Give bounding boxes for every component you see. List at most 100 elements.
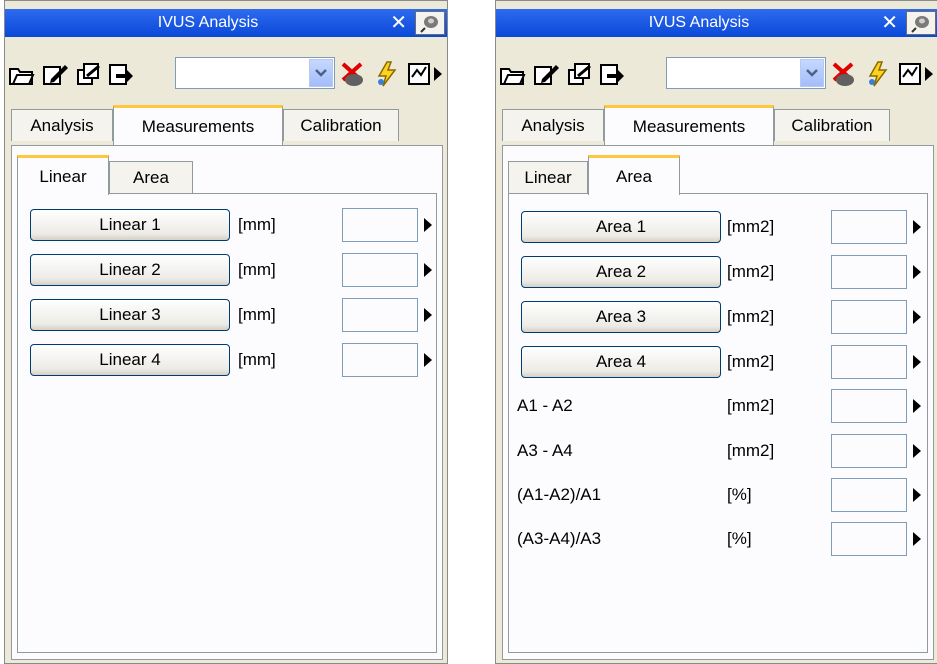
close-icon[interactable]: ✕ — [390, 9, 407, 37]
measure-area-4-button[interactable]: Area 4 — [521, 346, 721, 378]
unit-label: [mm2] — [727, 262, 775, 281]
toolbar — [5, 41, 447, 103]
ivus-analysis-panel-right: IVUS Analysis ✕ Analysis Measurements Ca… — [495, 0, 937, 664]
copy-icon[interactable] — [564, 59, 596, 89]
measure-linear-4-button[interactable]: Linear 4 — [30, 344, 230, 376]
measurement-row: Area 1 [mm2] — [509, 208, 929, 246]
clear-marker-icon[interactable] — [828, 59, 860, 89]
derived-label: (A3-A4)/A3 — [517, 529, 602, 548]
expand-arrow-icon[interactable] — [424, 353, 432, 367]
value-field[interactable] — [342, 298, 418, 332]
measurement-row: Area 3 [mm2] — [509, 298, 929, 336]
expand-arrow-icon[interactable] — [913, 399, 921, 413]
unit-label: [mm] — [238, 305, 276, 324]
measurement-row: Linear 1 [mm] — [18, 206, 438, 244]
flash-icon[interactable] — [371, 59, 403, 89]
area-measurements-list: Area 1 [mm2] Area 2 [mm2] Area 3 [mm2] A… — [508, 193, 928, 653]
expand-arrow-icon[interactable] — [913, 355, 921, 369]
edit-icon[interactable] — [530, 59, 562, 89]
unit-label: [mm] — [238, 260, 276, 279]
value-field[interactable] — [831, 434, 907, 468]
open-folder-icon[interactable] — [496, 59, 528, 89]
measure-linear-1-button[interactable]: Linear 1 — [30, 209, 230, 241]
measurement-row: A1 - A2 [mm2] — [509, 387, 929, 425]
window-title: IVUS Analysis — [648, 14, 750, 31]
value-field[interactable] — [342, 253, 418, 287]
more-icon[interactable] — [429, 59, 447, 89]
measurement-row: (A1-A2)/A1 [%] — [509, 476, 929, 514]
more-icon[interactable] — [920, 59, 937, 89]
expand-arrow-icon[interactable] — [913, 220, 921, 234]
value-field[interactable] — [831, 478, 907, 512]
subtab-linear[interactable]: Linear — [17, 155, 109, 195]
copy-icon[interactable] — [73, 59, 105, 89]
expand-arrow-icon[interactable] — [913, 532, 921, 546]
tab-calibration[interactable]: Calibration — [283, 109, 399, 141]
pin-icon[interactable] — [906, 11, 936, 35]
measurement-row: Area 4 [mm2] — [509, 343, 929, 381]
value-field[interactable] — [831, 522, 907, 556]
unit-label: [mm2] — [727, 352, 775, 371]
measurement-row: Area 2 [mm2] — [509, 253, 929, 291]
unit-label: [mm] — [238, 215, 276, 234]
measurement-row: Linear 2 [mm] — [18, 251, 438, 289]
measurement-row: (A3-A4)/A3 [%] — [509, 520, 929, 558]
measure-area-1-button[interactable]: Area 1 — [521, 211, 721, 243]
measure-linear-3-button[interactable]: Linear 3 — [30, 299, 230, 331]
chevron-down-icon[interactable] — [800, 59, 824, 87]
measurement-row: A3 - A4 [mm2] — [509, 432, 929, 470]
measurement-row: Linear 4 [mm] — [18, 341, 438, 379]
derived-label: A3 - A4 — [517, 441, 573, 460]
flash-icon[interactable] — [862, 59, 894, 89]
sub-tabs: Linear Area — [508, 155, 928, 195]
selection-combo[interactable] — [666, 57, 826, 89]
measurement-row: Linear 3 [mm] — [18, 296, 438, 334]
close-icon[interactable]: ✕ — [881, 9, 898, 37]
tab-analysis[interactable]: Analysis — [11, 109, 113, 141]
expand-arrow-icon[interactable] — [913, 488, 921, 502]
expand-arrow-icon[interactable] — [424, 218, 432, 232]
tab-measurements[interactable]: Measurements — [113, 105, 283, 145]
unit-label: [mm2] — [727, 396, 775, 415]
expand-arrow-icon[interactable] — [424, 308, 432, 322]
expand-arrow-icon[interactable] — [913, 310, 921, 324]
measure-area-2-button[interactable]: Area 2 — [521, 256, 721, 288]
toolbar — [496, 41, 937, 103]
subtab-linear[interactable]: Linear — [508, 161, 588, 193]
unit-label: [mm] — [238, 350, 276, 369]
subtab-area[interactable]: Area — [588, 155, 680, 195]
expand-arrow-icon[interactable] — [913, 444, 921, 458]
value-field[interactable] — [831, 389, 907, 423]
tab-analysis[interactable]: Analysis — [502, 109, 604, 141]
value-field[interactable] — [831, 345, 907, 379]
unit-label: [%] — [727, 529, 752, 548]
value-field[interactable] — [831, 210, 907, 244]
value-field[interactable] — [342, 343, 418, 377]
measure-linear-2-button[interactable]: Linear 2 — [30, 254, 230, 286]
title-bar: IVUS Analysis ✕ — [496, 9, 937, 37]
expand-arrow-icon[interactable] — [424, 263, 432, 277]
unit-label: [mm2] — [727, 441, 775, 460]
pin-icon[interactable] — [415, 11, 445, 35]
edit-icon[interactable] — [39, 59, 71, 89]
ivus-analysis-panel-left: IVUS Analysis ✕ Analysis Measurements Ca… — [4, 0, 448, 664]
value-field[interactable] — [831, 300, 907, 334]
tab-calibration[interactable]: Calibration — [774, 109, 890, 141]
value-field[interactable] — [342, 208, 418, 242]
open-folder-icon[interactable] — [5, 59, 37, 89]
tab-measurements[interactable]: Measurements — [604, 105, 774, 145]
unit-label: [%] — [727, 485, 752, 504]
measure-area-3-button[interactable]: Area 3 — [521, 301, 721, 333]
title-bar: IVUS Analysis ✕ — [5, 9, 447, 37]
export-icon[interactable] — [105, 59, 137, 89]
export-icon[interactable] — [596, 59, 628, 89]
unit-label: [mm2] — [727, 307, 775, 326]
expand-arrow-icon[interactable] — [913, 265, 921, 279]
derived-label: (A1-A2)/A1 — [517, 485, 602, 504]
selection-combo[interactable] — [175, 57, 335, 89]
linear-measurements-list: Linear 1 [mm] Linear 2 [mm] Linear 3 [mm… — [17, 193, 437, 653]
value-field[interactable] — [831, 255, 907, 289]
chevron-down-icon[interactable] — [309, 59, 333, 87]
subtab-area[interactable]: Area — [109, 161, 193, 193]
clear-marker-icon[interactable] — [337, 59, 369, 89]
